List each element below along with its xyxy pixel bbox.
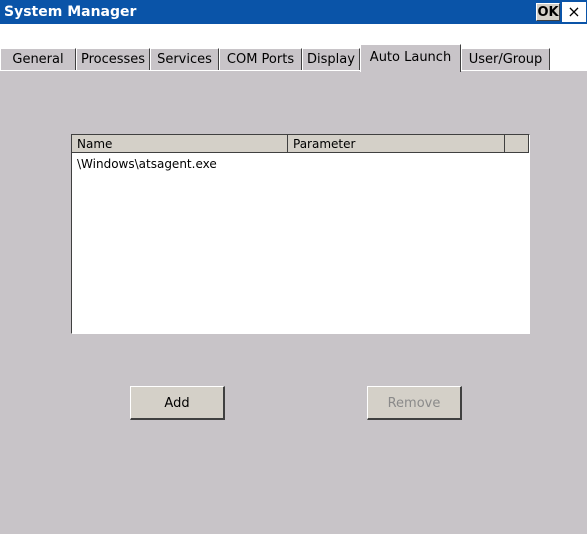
add-button[interactable]: Add bbox=[130, 386, 225, 420]
list-item[interactable]: \Windows\atsagent.exe bbox=[77, 157, 217, 171]
close-icon[interactable]: × bbox=[562, 2, 586, 22]
title-bar: System Manager OK × bbox=[0, 0, 587, 24]
ok-button[interactable]: OK bbox=[536, 3, 560, 21]
window-title: System Manager bbox=[4, 4, 137, 20]
system-manager-window: System Manager OK × General Processes Se… bbox=[0, 0, 587, 534]
auto-launch-list[interactable]: Name Parameter \Windows\atsagent.exe bbox=[71, 134, 530, 334]
tab-general[interactable]: General bbox=[0, 48, 76, 70]
tab-com-ports[interactable]: COM Ports bbox=[219, 48, 302, 70]
tab-user-group[interactable]: User/Group bbox=[461, 48, 550, 70]
tab-processes[interactable]: Processes bbox=[76, 48, 150, 70]
column-header-name[interactable]: Name bbox=[72, 135, 288, 153]
column-header-spacer bbox=[505, 135, 529, 153]
remove-button[interactable]: Remove bbox=[367, 386, 462, 420]
column-header-parameter[interactable]: Parameter bbox=[288, 135, 505, 153]
tab-display[interactable]: Display bbox=[302, 48, 360, 70]
tab-auto-launch[interactable]: Auto Launch bbox=[360, 44, 461, 72]
tab-services[interactable]: Services bbox=[150, 48, 219, 70]
